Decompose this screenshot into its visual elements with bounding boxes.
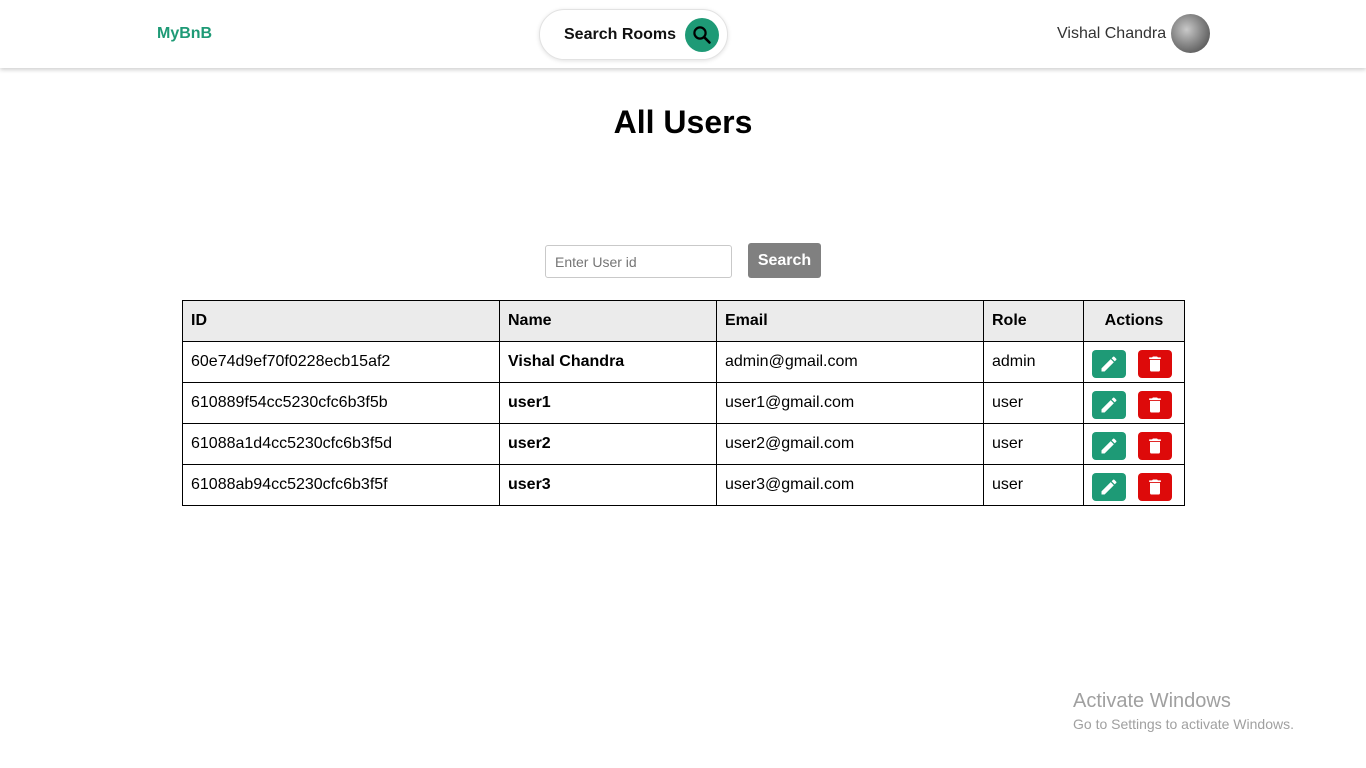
table-row: 61088a1d4cc5230cfc6b3f5d user2 user2@gma… — [182, 423, 1185, 465]
navbar: MyBnB Search Rooms Vishal Chandra — [0, 0, 1366, 68]
search-button[interactable]: Search — [748, 243, 821, 278]
users-table: ID Name Email Role Actions 60e74d9ef70f0… — [182, 300, 1185, 506]
pencil-icon — [1101, 478, 1117, 494]
user-name-cell: user2 — [499, 423, 717, 465]
actions-cell — [1083, 382, 1185, 424]
trash-icon — [1149, 356, 1161, 371]
user-email-cell: admin@gmail.com — [716, 341, 984, 383]
user-email-cell: user1@gmail.com — [716, 382, 984, 424]
brand-logo[interactable]: MyBnB — [157, 25, 212, 43]
column-header-email: Email — [716, 300, 984, 342]
user-id-cell: 60e74d9ef70f0228ecb15af2 — [182, 341, 500, 383]
trash-icon — [1149, 397, 1161, 412]
user-name-cell: user3 — [499, 464, 717, 506]
actions-cell — [1083, 423, 1185, 465]
trash-icon — [1149, 438, 1161, 453]
pencil-icon — [1101, 396, 1117, 412]
search-icon[interactable] — [685, 18, 719, 52]
actions-cell — [1083, 341, 1185, 383]
pencil-icon — [1101, 437, 1117, 453]
watermark-title: Activate Windows — [1073, 690, 1231, 712]
delete-button[interactable] — [1138, 431, 1172, 460]
page-title: All Users — [613, 104, 753, 140]
user-id-cell: 61088ab94cc5230cfc6b3f5f — [182, 464, 500, 506]
user-id-cell: 610889f54cc5230cfc6b3f5b — [182, 382, 500, 424]
watermark-subtitle: Go to Settings to activate Windows. — [1073, 716, 1294, 732]
avatar[interactable] — [1171, 14, 1210, 53]
user-role-cell: user — [983, 382, 1084, 424]
trash-icon — [1149, 479, 1161, 494]
actions-cell — [1083, 464, 1185, 506]
edit-button[interactable] — [1092, 431, 1126, 460]
user-id-cell: 61088a1d4cc5230cfc6b3f5d — [182, 423, 500, 465]
pencil-icon — [1101, 355, 1117, 371]
user-name[interactable]: Vishal Chandra — [1057, 25, 1166, 43]
user-email-cell: user3@gmail.com — [716, 464, 984, 506]
edit-button[interactable] — [1092, 390, 1126, 419]
user-name-cell: user1 — [499, 382, 717, 424]
delete-button[interactable] — [1138, 349, 1172, 378]
activate-windows-watermark: Activate Windows Go to Settings to activ… — [1073, 690, 1294, 732]
delete-button[interactable] — [1138, 472, 1172, 501]
search-rooms-button[interactable]: Search Rooms — [539, 9, 728, 60]
delete-button[interactable] — [1138, 390, 1172, 419]
column-header-actions: Actions — [1083, 300, 1185, 342]
column-header-name: Name — [499, 300, 717, 342]
edit-button[interactable] — [1092, 349, 1126, 378]
column-header-id: ID — [182, 300, 500, 342]
table-header-row: ID Name Email Role Actions — [182, 300, 1185, 342]
user-name-cell: Vishal Chandra — [499, 341, 717, 383]
table-row: 61088ab94cc5230cfc6b3f5f user3 user3@gma… — [182, 464, 1185, 506]
user-role-cell: user — [983, 464, 1084, 506]
table-row: 610889f54cc5230cfc6b3f5b user1 user1@gma… — [182, 382, 1185, 424]
table-row: 60e74d9ef70f0228ecb15af2 Vishal Chandra … — [182, 341, 1185, 383]
user-role-cell: user — [983, 423, 1084, 465]
column-header-role: Role — [983, 300, 1084, 342]
edit-button[interactable] — [1092, 472, 1126, 501]
user-id-input[interactable] — [545, 245, 732, 278]
search-rooms-label: Search Rooms — [564, 26, 677, 43]
user-role-cell: admin — [983, 341, 1084, 383]
user-email-cell: user2@gmail.com — [716, 423, 984, 465]
